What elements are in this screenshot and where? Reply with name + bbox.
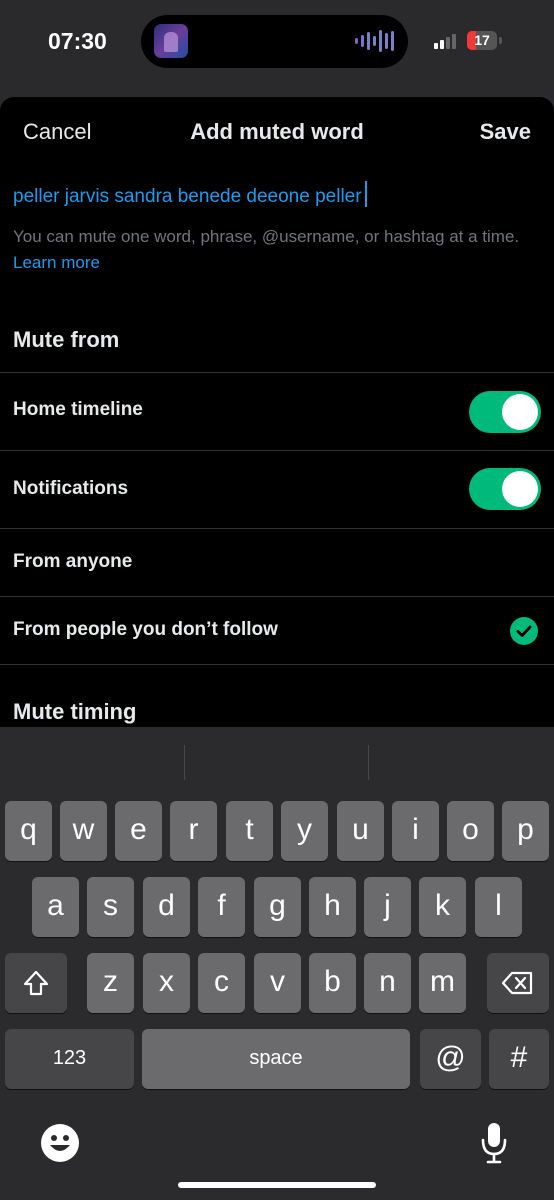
key-f[interactable]: f <box>198 877 245 937</box>
key-w[interactable]: w <box>60 801 107 861</box>
numbers-key[interactable]: 123 <box>5 1029 134 1089</box>
from-people-label: From people you don’t follow <box>13 619 278 640</box>
battery-level: 17 <box>474 32 490 48</box>
key-j[interactable]: j <box>364 877 411 937</box>
suggestion-divider <box>368 745 369 780</box>
key-t[interactable]: t <box>226 801 273 861</box>
battery-cap <box>499 37 502 44</box>
home-timeline-label: Home timeline <box>13 399 143 420</box>
key-a[interactable]: a <box>32 877 79 937</box>
key-x[interactable]: x <box>143 953 190 1013</box>
dynamic-island[interactable] <box>141 15 408 68</box>
emoji-icon[interactable] <box>41 1124 79 1162</box>
learn-more-link[interactable]: Learn more <box>13 253 100 272</box>
key-y[interactable]: y <box>281 801 328 861</box>
notifications-row[interactable]: Notifications <box>0 450 554 529</box>
audio-waveform-icon <box>355 30 394 52</box>
mute-from-heading: Mute from <box>13 327 120 352</box>
add-muted-word-sheet: Cancel Add muted word Save peller jarvis… <box>0 97 554 737</box>
cellular-signal-icon <box>434 34 456 49</box>
microphone-icon[interactable] <box>480 1122 508 1164</box>
suggestion-divider <box>184 745 185 780</box>
key-v[interactable]: v <box>254 953 301 1013</box>
from-anyone-row[interactable]: From anyone <box>0 528 554 597</box>
at-key[interactable]: @ <box>420 1029 481 1089</box>
key-m[interactable]: m <box>419 953 466 1013</box>
nav-bar: Cancel Add muted word Save <box>0 97 554 167</box>
key-i[interactable]: i <box>392 801 439 861</box>
key-c[interactable]: c <box>198 953 245 1013</box>
status-time: 07:30 <box>48 28 107 54</box>
shift-key[interactable] <box>5 953 67 1013</box>
key-z[interactable]: z <box>87 953 134 1013</box>
key-b[interactable]: b <box>309 953 356 1013</box>
shift-icon <box>23 970 49 996</box>
page-title: Add muted word <box>190 119 364 144</box>
notifications-toggle[interactable] <box>469 468 541 510</box>
delete-key[interactable] <box>487 953 549 1013</box>
text-caret <box>364 181 367 207</box>
home-timeline-row[interactable]: Home timeline <box>0 372 554 451</box>
hash-key[interactable]: # <box>489 1029 549 1089</box>
key-n[interactable]: n <box>364 953 411 1013</box>
mute-timing-heading: Mute timing <box>13 699 137 724</box>
from-anyone-label: From anyone <box>13 551 133 572</box>
hint-text: You can mute one word, phrase, @username… <box>13 227 520 246</box>
key-o[interactable]: o <box>447 801 494 861</box>
input-hint: You can mute one word, phrase, @username… <box>13 224 533 276</box>
key-u[interactable]: u <box>337 801 384 861</box>
home-indicator[interactable] <box>178 1182 376 1188</box>
backspace-icon <box>501 971 533 995</box>
save-button[interactable]: Save <box>480 119 531 145</box>
from-people-you-dont-follow-row[interactable]: From people you don’t follow <box>0 596 554 665</box>
key-k[interactable]: k <box>419 877 466 937</box>
key-d[interactable]: d <box>143 877 190 937</box>
status-bar: 07:30 17 <box>0 0 554 90</box>
space-key[interactable]: space <box>142 1029 410 1089</box>
home-timeline-toggle[interactable] <box>469 391 541 433</box>
key-r[interactable]: r <box>170 801 217 861</box>
key-h[interactable]: h <box>309 877 356 937</box>
key-g[interactable]: g <box>254 877 301 937</box>
key-e[interactable]: e <box>115 801 162 861</box>
muted-word-input[interactable]: peller jarvis sandra benede deeone pelle… <box>13 181 367 208</box>
key-q[interactable]: q <box>5 801 52 861</box>
notifications-label: Notifications <box>13 478 129 499</box>
muted-word-value: peller jarvis sandra benede deeone pelle… <box>13 186 362 207</box>
key-p[interactable]: p <box>502 801 549 861</box>
checkmark-icon <box>510 617 538 645</box>
battery-icon: 17 <box>467 31 497 50</box>
key-s[interactable]: s <box>87 877 134 937</box>
now-playing-artwork <box>154 24 188 58</box>
key-l[interactable]: l <box>475 877 522 937</box>
